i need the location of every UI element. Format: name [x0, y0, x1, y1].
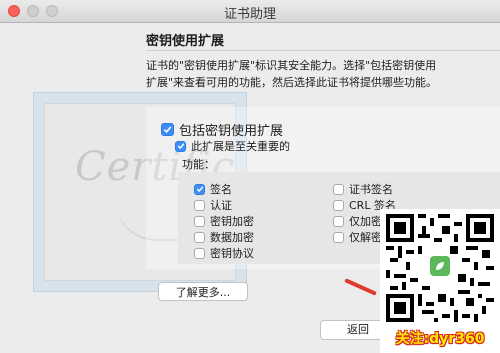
watermark-caption: 关注:dyr360 [395, 331, 485, 347]
qr-code-watermark: 关注:dyr360 [380, 209, 500, 353]
function-option-decipher-only[interactable]: 仅解密 [333, 229, 382, 245]
function-label: 密钥加密 [210, 215, 254, 228]
checkmark-icon [163, 126, 172, 134]
function-label: 认证 [210, 199, 232, 212]
function-label: 仅加密 [349, 215, 382, 228]
red-arrow-annotation [344, 278, 377, 296]
critical-extension-checkbox[interactable] [175, 140, 186, 152]
critical-extension-option[interactable]: 此扩展是至关重要的 [175, 138, 290, 154]
learn-more-button[interactable]: 了解更多... [158, 282, 248, 301]
function-option-signature[interactable]: 签名 [194, 181, 232, 197]
critical-extension-label: 此扩展是至关重要的 [191, 140, 290, 153]
function-option-key-agreement[interactable]: 密钥协议 [194, 245, 254, 261]
leaf-icon [430, 256, 450, 276]
include-extension-checkbox[interactable] [161, 123, 174, 136]
section-description: 证书的"密钥使用扩展"标识其安全能力。选择"包括密钥使用扩展"来查看可用的功能，… [146, 59, 438, 89]
title-bar: 证书助理 [0, 0, 500, 23]
function-checkbox[interactable] [194, 183, 205, 195]
functions-label: 功能： [182, 158, 215, 171]
checkmark-icon [196, 186, 203, 193]
function-label: 签名 [210, 183, 232, 196]
function-label: 仅解密 [349, 231, 382, 244]
function-option-authentication[interactable]: 认证 [194, 197, 232, 213]
function-checkbox[interactable] [333, 215, 344, 227]
function-checkbox[interactable] [194, 199, 205, 211]
include-extension-option[interactable]: 包括密钥使用扩展 [161, 120, 283, 139]
section-title: 密钥使用扩展 [146, 34, 225, 49]
function-option-data-encipherment[interactable]: 数据加密 [194, 229, 254, 245]
function-checkbox[interactable] [194, 231, 205, 243]
checkmark-icon [177, 143, 184, 150]
qr-center-logo [428, 254, 456, 282]
window-title: 证书助理 [223, 7, 276, 22]
function-label: 密钥协议 [210, 247, 254, 260]
function-checkbox[interactable] [333, 231, 344, 243]
function-label: 数据加密 [210, 231, 254, 244]
function-checkbox[interactable] [333, 183, 344, 195]
function-label: 证书签名 [349, 183, 393, 196]
function-checkbox[interactable] [333, 199, 344, 211]
section-divider [146, 50, 500, 51]
function-checkbox[interactable] [194, 247, 205, 259]
function-option-certificate-signing[interactable]: 证书签名 [333, 181, 393, 197]
include-extension-label: 包括密钥使用扩展 [179, 124, 284, 139]
function-option-encipher-only[interactable]: 仅加密 [333, 213, 382, 229]
function-option-key-encipherment[interactable]: 密钥加密 [194, 213, 254, 229]
function-checkbox[interactable] [194, 215, 205, 227]
